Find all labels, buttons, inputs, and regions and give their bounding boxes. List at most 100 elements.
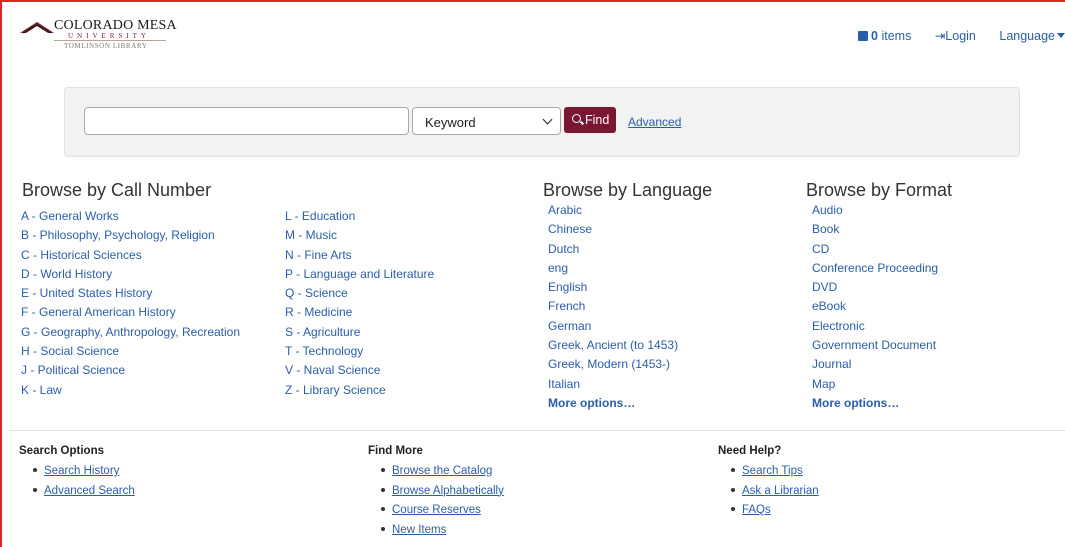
window-frame-top xyxy=(0,0,1065,2)
call-number-link[interactable]: L - Education xyxy=(285,207,434,226)
language-link[interactable]: Greek, Ancient (to 1453) xyxy=(548,336,678,355)
cart-count: 0 xyxy=(871,29,878,43)
footer-link-faqs[interactable]: FAQs xyxy=(731,501,819,521)
window-frame-left xyxy=(0,0,2,547)
call-number-list-2: L - Education M - Music N - Fine Arts P … xyxy=(285,207,434,400)
language-label: Language xyxy=(999,29,1055,43)
format-link[interactable]: Conference Proceeding xyxy=(812,259,938,278)
language-link[interactable]: Dutch xyxy=(548,240,678,259)
language-link[interactable]: English xyxy=(548,278,678,297)
caret-down-icon xyxy=(1057,33,1065,38)
logo-library: TOMLINSON LIBRARY xyxy=(64,42,148,50)
link-text: Browse Alphabetically xyxy=(392,484,504,497)
call-number-link[interactable]: C - Historical Sciences xyxy=(21,246,240,265)
call-number-link[interactable]: S - Agriculture xyxy=(285,323,434,342)
sign-in-icon: ⇥ xyxy=(934,29,946,43)
footer-link-new-items[interactable]: New Items xyxy=(381,521,504,541)
find-more-list: Browse the Catalog Browse Alphabetically… xyxy=(381,462,504,540)
search-options-list: Search History Advanced Search xyxy=(33,462,135,501)
link-text: Search Tips xyxy=(742,465,803,477)
format-more-options-link[interactable]: More options… xyxy=(812,394,938,413)
search-options-heading: Search Options xyxy=(19,445,104,457)
format-link[interactable]: Government Document xyxy=(812,336,938,355)
call-number-link[interactable]: V - Naval Science xyxy=(285,361,434,380)
call-number-link[interactable]: F - General American History xyxy=(21,303,240,322)
footer-link-search-tips[interactable]: Search Tips xyxy=(731,462,819,482)
language-list: Arabic Chinese Dutch eng English French … xyxy=(548,201,678,413)
footer-link-ask-librarian[interactable]: Ask a Librarian xyxy=(731,482,819,502)
logo-university: UNIVERSITY xyxy=(68,32,150,40)
call-number-link[interactable]: G - Geography, Anthropology, Recreation xyxy=(21,323,240,342)
format-heading: Browse by Format xyxy=(806,180,953,200)
call-number-list-1: A - General Works B - Philosophy, Psycho… xyxy=(21,207,240,400)
language-more-options-link[interactable]: More options… xyxy=(548,394,678,413)
call-number-link[interactable]: B - Philosophy, Psychology, Religion xyxy=(21,226,240,245)
format-link[interactable]: DVD xyxy=(812,278,938,297)
call-number-link[interactable]: K - Law xyxy=(21,381,240,400)
language-link[interactable]: Greek, Modern (1453-) xyxy=(548,355,678,374)
call-number-heading: Browse by Call Number xyxy=(22,180,212,200)
footer-link-advanced-search[interactable]: Advanced Search xyxy=(33,482,135,502)
logo-rule xyxy=(54,40,166,41)
mesa-mountain-icon xyxy=(20,22,54,34)
call-number-link[interactable]: Q - Science xyxy=(285,284,434,303)
call-number-link[interactable]: D - World History xyxy=(21,265,240,284)
login-link[interactable]: ⇥Login xyxy=(935,28,976,43)
format-link[interactable]: Audio xyxy=(812,201,938,220)
call-number-link[interactable]: N - Fine Arts xyxy=(285,246,434,265)
call-number-link[interactable]: M - Music xyxy=(285,226,434,245)
language-heading: Browse by Language xyxy=(543,180,713,200)
call-number-link[interactable]: E - United States History xyxy=(21,284,240,303)
language-link[interactable]: French xyxy=(548,297,678,316)
format-link[interactable]: Map xyxy=(812,375,938,394)
call-number-link[interactable]: P - Language and Literature xyxy=(285,265,434,284)
bullet xyxy=(731,468,735,472)
language-link[interactable]: Italian xyxy=(548,375,678,394)
format-list: Audio Book CD Conference Proceeding DVD … xyxy=(812,201,938,413)
language-link[interactable]: German xyxy=(548,317,678,336)
find-button[interactable]: Find xyxy=(564,107,616,133)
language-dropdown[interactable]: Language xyxy=(999,29,1065,43)
link-text: Search History xyxy=(44,465,120,477)
call-number-link[interactable]: T - Technology xyxy=(285,342,434,361)
cart-link[interactable]: 0 items xyxy=(858,29,911,43)
search-type-value: Keyword xyxy=(425,115,476,130)
footer-link-browse-alphabetically[interactable]: Browse Alphabetically xyxy=(381,482,504,502)
search-type-select[interactable]: Keyword xyxy=(412,107,561,135)
language-link[interactable]: Arabic xyxy=(548,201,678,220)
link-text: Advanced Search xyxy=(44,484,135,497)
language-link[interactable]: eng xyxy=(548,259,678,278)
need-help-heading: Need Help? xyxy=(718,445,782,457)
format-link[interactable]: eBook xyxy=(812,297,938,316)
bullet xyxy=(33,487,37,492)
bullet xyxy=(381,507,385,511)
call-number-link[interactable]: Z - Library Science xyxy=(285,381,434,400)
format-link[interactable]: Book xyxy=(812,220,938,239)
footer-link-browse-catalog[interactable]: Browse the Catalog xyxy=(381,462,504,482)
format-link[interactable]: Electronic xyxy=(812,317,938,336)
bullet xyxy=(731,507,735,511)
call-number-link[interactable]: H - Social Science xyxy=(21,342,240,361)
top-nav: 0 items ⇥Login Language xyxy=(838,28,1065,43)
link-text: Ask a Librarian xyxy=(742,484,819,497)
call-number-link[interactable]: J - Political Science xyxy=(21,361,240,380)
bullet xyxy=(381,468,385,472)
format-link[interactable]: Journal xyxy=(812,355,938,374)
footer-link-course-reserves[interactable]: Course Reserves xyxy=(381,501,504,521)
bullet xyxy=(381,526,385,531)
find-more-heading: Find More xyxy=(368,445,423,457)
link-text: Browse the Catalog xyxy=(392,465,493,477)
advanced-search-link[interactable]: Advanced xyxy=(628,115,681,129)
footer-divider xyxy=(10,430,1065,431)
search-icon xyxy=(572,114,581,123)
footer-link-search-history[interactable]: Search History xyxy=(33,462,135,482)
bullet xyxy=(731,487,735,492)
library-logo[interactable]: COLORADO MESA UNIVERSITY TOMLINSON LIBRA… xyxy=(20,14,177,54)
format-link[interactable]: CD xyxy=(812,240,938,259)
find-label: Find xyxy=(585,113,610,127)
cart-label: items xyxy=(881,29,912,43)
search-input[interactable] xyxy=(84,107,409,135)
call-number-link[interactable]: R - Medicine xyxy=(285,303,434,322)
call-number-link[interactable]: A - General Works xyxy=(21,207,240,226)
language-link[interactable]: Chinese xyxy=(548,220,678,239)
